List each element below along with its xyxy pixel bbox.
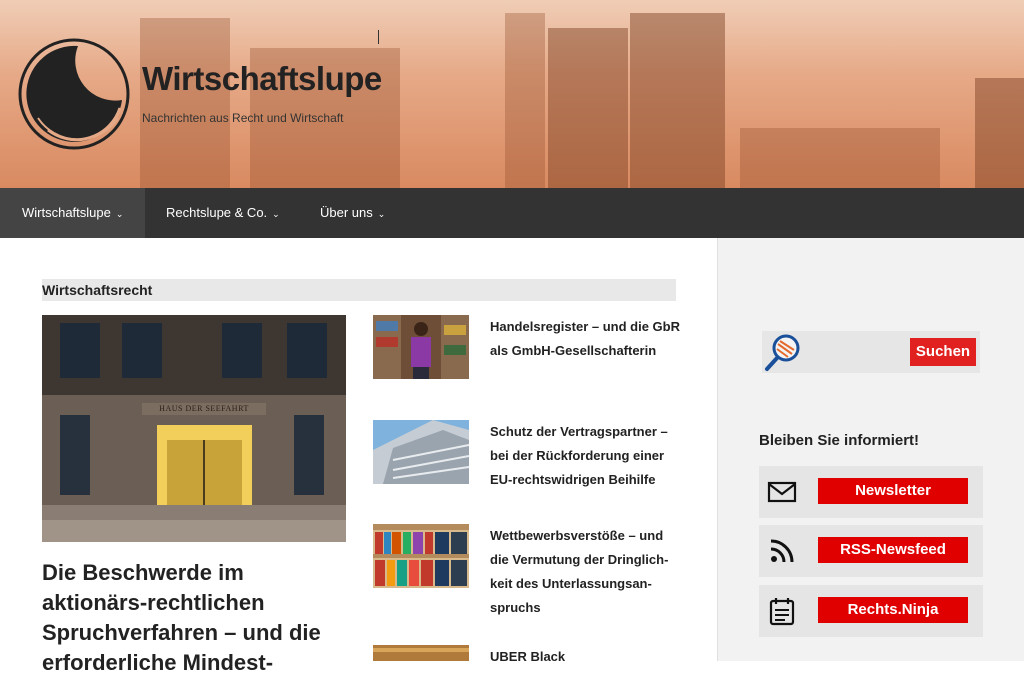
rss-widget[interactable]: RSS-Newsfeed — [759, 525, 983, 577]
nav-item-ueber-uns[interactable]: Über uns ⌄ — [298, 188, 407, 238]
header-skyline-building — [548, 28, 628, 188]
section-title[interactable]: Wirtschaftsrecht — [42, 279, 676, 301]
featured-post-title[interactable]: Die Beschwerde im aktionärs-rechtlichen … — [42, 558, 342, 678]
nav-item-label: Wirtschaftslupe — [22, 205, 111, 220]
nav-item-wirtschaftslupe[interactable]: Wirtschaftslupe ⌄ — [0, 188, 146, 238]
header-skyline-building — [740, 128, 940, 188]
main-navigation: Wirtschaftslupe ⌄ Rechtslupe & Co. ⌄ Über … — [0, 188, 1024, 238]
text-cursor — [378, 30, 379, 44]
site-title[interactable]: Wirtschaftslupe — [142, 60, 382, 98]
post-thumbnail[interactable] — [373, 420, 469, 484]
post-title[interactable]: Wettbewerbsverstöße – und die Vermutung … — [490, 524, 680, 620]
post-title[interactable]: Schutz der Vertragspartner – bei der Rüc… — [490, 420, 680, 492]
rss-newsfeed-button[interactable]: RSS-Newsfeed — [818, 537, 968, 563]
post-thumbnail[interactable] — [373, 645, 469, 661]
rechts-ninja-button[interactable]: Rechts.Ninja — [818, 597, 968, 623]
post-title[interactable]: Handelsregister – und die GbR als GmbH-G… — [490, 315, 680, 363]
nav-item-label: Über uns — [320, 205, 373, 220]
nav-item-label: Rechtslupe & Co. — [166, 205, 268, 220]
post-thumbnail[interactable] — [373, 315, 469, 379]
featured-image-sign-text: HAUS DER SEEFAHRT — [159, 404, 249, 413]
header-skyline-building — [630, 13, 725, 188]
chevron-down-icon: ⌄ — [115, 209, 124, 219]
newsletter-widget[interactable]: Newsletter — [759, 466, 983, 518]
calendar-icon — [769, 598, 795, 626]
envelope-icon — [767, 481, 797, 503]
nav-item-rechtslupe[interactable]: Rechtslupe & Co. ⌄ — [144, 188, 302, 238]
header-skyline-building — [140, 18, 230, 188]
newsletter-button[interactable]: Newsletter — [818, 478, 968, 504]
site-logo-icon[interactable] — [18, 38, 130, 150]
search-icon[interactable] — [762, 331, 804, 373]
subscribe-widget-title: Bleiben Sie informiert! — [759, 432, 920, 449]
featured-post-image[interactable]: HAUS DER SEEFAHRT — [42, 315, 346, 542]
rss-icon — [770, 539, 794, 563]
search-button[interactable]: Suchen — [910, 338, 976, 366]
site-header: Wirtschaftslupe Nachrichten aus Recht un… — [0, 0, 1024, 188]
chevron-down-icon: ⌄ — [377, 209, 386, 219]
chevron-down-icon: ⌄ — [272, 209, 280, 219]
post-title[interactable]: UBER Black — [490, 645, 680, 669]
header-skyline-building — [975, 78, 1024, 188]
rechts-ninja-widget[interactable]: Rechts.Ninja — [759, 585, 983, 637]
header-skyline-building — [505, 13, 545, 188]
post-thumbnail[interactable] — [373, 524, 469, 588]
site-description: Nachrichten aus Recht und Wirtschaft — [142, 111, 344, 125]
